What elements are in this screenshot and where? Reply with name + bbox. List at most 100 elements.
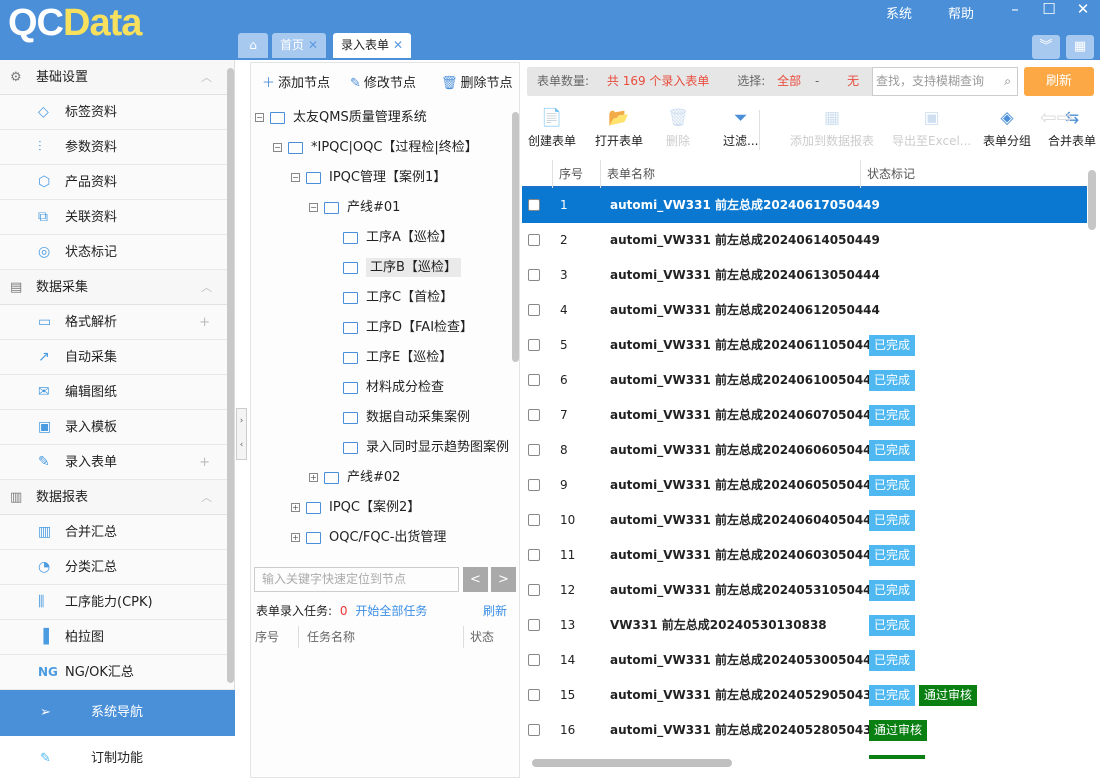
tree-node[interactable]: −太友QMS质量管理系统 xyxy=(255,103,511,133)
row-checkbox[interactable] xyxy=(528,339,540,351)
collapse-icon[interactable]: − xyxy=(255,113,264,122)
grid-icon[interactable]: ▦ xyxy=(1066,35,1094,59)
prev-button[interactable]: < xyxy=(463,567,488,592)
start-all-tasks-link[interactable]: 开始全部任务 xyxy=(355,604,427,618)
tree-node[interactable]: 工序B【巡检】 xyxy=(255,253,511,283)
table-row[interactable]: 12automi_VW331 前左总成20240531050444已完成 xyxy=(522,573,1087,608)
row-checkbox[interactable] xyxy=(528,689,540,701)
tree-node[interactable]: 工序D【FAI检查】 xyxy=(255,313,511,343)
row-checkbox[interactable] xyxy=(528,654,540,666)
close-icon[interactable]: ✕ xyxy=(1068,0,1098,18)
plus-icon[interactable]: + xyxy=(199,305,210,340)
expand-icon[interactable]: + xyxy=(291,533,300,542)
sidebar-item[interactable]: ⧉关联资料 xyxy=(0,200,234,235)
tab-home[interactable]: 首页✕ xyxy=(272,33,326,58)
table-row[interactable]: 8automi_VW331 前左总成20240606050444已完成 xyxy=(522,433,1087,468)
chevron-up-icon[interactable]: ︿ xyxy=(201,270,212,305)
toolbar-button[interactable]: ◈表单分组 xyxy=(983,108,1031,149)
minimize-icon[interactable]: – xyxy=(1000,0,1030,18)
search-input[interactable]: 查找，支持模糊查询⌕ xyxy=(872,67,1018,96)
table-row[interactable]: 6automi_VW331 前左总成20240610050444已完成 xyxy=(522,363,1087,398)
refresh-button[interactable]: 刷新 xyxy=(1024,67,1094,96)
row-checkbox[interactable] xyxy=(528,444,540,456)
locate-node-input[interactable]: 输入关键字快速定位到节点 xyxy=(254,567,459,592)
expand-icon[interactable]: + xyxy=(309,473,318,482)
tab-entry-form[interactable]: 录入表单✕ xyxy=(333,33,411,58)
tree-node[interactable]: 录入同时显示趋势图案例 xyxy=(255,433,511,463)
tree-node[interactable]: +产线#02 xyxy=(255,463,511,493)
tasks-refresh-link[interactable]: 刷新 xyxy=(483,602,507,619)
menu-system[interactable]: 系统 xyxy=(886,3,912,22)
tree-node[interactable]: −IPQC管理【案例1】 xyxy=(255,163,511,193)
home-tab-icon[interactable]: ⌂ xyxy=(238,33,268,58)
section-header[interactable]: ▤数据采集︿ xyxy=(0,270,234,305)
tree-node[interactable]: 工序E【巡检】 xyxy=(255,343,511,373)
row-checkbox[interactable] xyxy=(528,619,540,631)
col-form-name[interactable]: 表单名称 xyxy=(600,160,655,188)
table-row[interactable]: 1automi_VW331 前左总成20240617050449 xyxy=(522,188,1087,223)
toolbar-button[interactable]: ▣导出至Excel... xyxy=(892,108,971,149)
table-row[interactable]: 2automi_VW331 前左总成20240614050449 xyxy=(522,223,1087,258)
nav-custom-features[interactable]: ✎订制功能 xyxy=(0,736,235,778)
row-checkbox[interactable] xyxy=(528,234,540,246)
tree-node[interactable]: −产线#01 xyxy=(255,193,511,223)
sidebar-item[interactable]: ✉编辑图纸 xyxy=(0,375,234,410)
next-button[interactable]: > xyxy=(491,567,516,592)
sidebar-item[interactable]: ⫶参数资料 xyxy=(0,130,234,165)
nav-system-navigation[interactable]: ➢系统导航 xyxy=(0,690,235,736)
menu-help[interactable]: 帮助 xyxy=(948,3,974,22)
table-row[interactable]: 11automi_VW331 前左总成20240603050444已完成 xyxy=(522,538,1087,573)
sidebar-item[interactable]: ▐柏拉图 xyxy=(0,620,234,655)
sidebar-item[interactable]: ⫼工序能力(CPK) xyxy=(0,585,234,620)
toolbar-button[interactable]: 🗑删除 xyxy=(666,108,690,149)
tabs-dropdown-icon[interactable]: ︾ xyxy=(1032,35,1060,59)
select-all-link[interactable]: 全部 xyxy=(777,74,801,88)
delete-node-button[interactable]: 🗑删除节点 xyxy=(441,72,513,91)
table-row[interactable]: 16automi_VW331 前左总成20240528050436通过审核 xyxy=(522,713,1087,748)
sidebar-item[interactable]: ◎状态标记 xyxy=(0,235,234,270)
chevron-up-icon[interactable]: ︿ xyxy=(201,480,212,515)
tree-node[interactable]: 材料成分检查 xyxy=(255,373,511,403)
section-header[interactable]: ⚙基础设置︿ xyxy=(0,60,234,95)
sidebar-item[interactable]: ◔分类汇总 xyxy=(0,550,234,585)
sidebar-item[interactable]: ▥合并汇总 xyxy=(0,515,234,550)
table-row[interactable]: 10automi_VW331 前左总成20240604050444已完成 xyxy=(522,503,1087,538)
tree-node[interactable]: 工序A【巡检】 xyxy=(255,223,511,253)
collapse-sidebar-handle[interactable]: ›‹ xyxy=(236,408,247,460)
select-none-link[interactable]: 无 xyxy=(847,74,859,88)
toolbar-button[interactable]: ▦添加到数据报表 xyxy=(790,108,874,149)
row-checkbox[interactable] xyxy=(528,584,540,596)
row-checkbox[interactable] xyxy=(528,304,540,316)
col-no[interactable]: 序号 xyxy=(552,160,583,188)
search-icon[interactable]: ⌕ xyxy=(1004,68,1011,95)
table-row[interactable]: 9automi_VW331 前左总成20240605050444已完成 xyxy=(522,468,1087,503)
tree-node[interactable]: −*IPQC|OQC【过程检|终检】 xyxy=(255,133,511,163)
add-node-button[interactable]: ＋添加节点 xyxy=(262,72,330,91)
table-row[interactable]: 14automi_VW331 前左总成20240530050444已完成 xyxy=(522,643,1087,678)
sidebar-scrollbar[interactable] xyxy=(227,68,234,683)
tree-node[interactable]: +IPQC【案例2】 xyxy=(255,493,511,523)
sidebar-item[interactable]: ⬡产品资料 xyxy=(0,165,234,200)
table-horizontal-scrollbar[interactable] xyxy=(532,759,732,767)
tree-node[interactable]: 数据自动采集案例 xyxy=(255,403,511,433)
sidebar-item[interactable]: ✎录入表单+ xyxy=(0,445,234,480)
close-tab-icon[interactable]: ✕ xyxy=(393,38,403,52)
table-row[interactable]: 3automi_VW331 前左总成20240613050444 xyxy=(522,258,1087,293)
table-vertical-scrollbar[interactable] xyxy=(1088,170,1096,230)
collapse-icon[interactable]: − xyxy=(291,173,300,182)
toolbar-button[interactable]: 📂打开表单 xyxy=(595,108,643,149)
sidebar-item[interactable]: ▭格式解析+ xyxy=(0,305,234,340)
row-checkbox[interactable] xyxy=(528,479,540,491)
table-row[interactable]: 15automi_VW331 前左总成20240529050436已完成通过审核 xyxy=(522,678,1087,713)
table-row[interactable]: 13VW331 前左总成20240530130838已完成 xyxy=(522,608,1087,643)
plus-icon[interactable]: + xyxy=(199,445,210,480)
sidebar-item[interactable]: ↗自动采集 xyxy=(0,340,234,375)
close-tab-icon[interactable]: ✕ xyxy=(308,38,318,52)
table-row[interactable]: 4automi_VW331 前左总成20240612050444 xyxy=(522,293,1087,328)
row-checkbox[interactable] xyxy=(528,724,540,736)
table-row[interactable]: 5automi_VW331 前左总成20240611050444已完成 xyxy=(522,328,1087,363)
collapse-icon[interactable]: − xyxy=(309,203,318,212)
row-checkbox[interactable] xyxy=(528,409,540,421)
sidebar-item[interactable]: ▣录入模板 xyxy=(0,410,234,445)
toolbar-button[interactable]: 📄创建表单 xyxy=(528,108,576,149)
